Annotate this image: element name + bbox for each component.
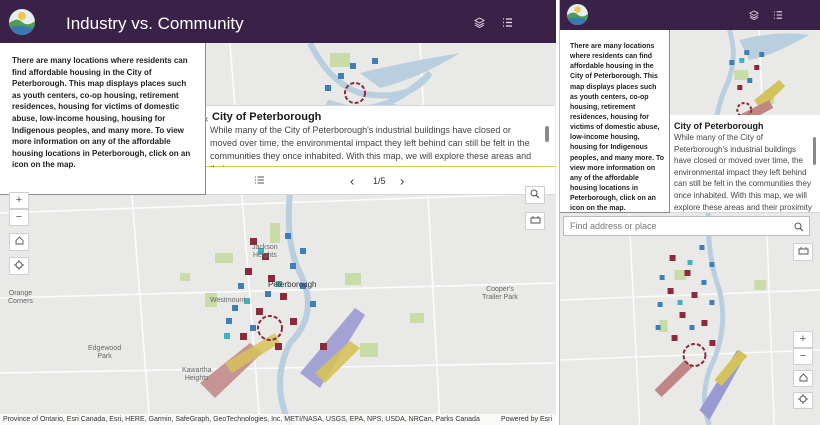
page-indicator: 1/5 xyxy=(373,175,386,186)
layers-icon[interactable] xyxy=(474,17,485,31)
desktop-app-view: Orange Corners Westmount Edgewood Park K… xyxy=(0,0,556,425)
zoom-in-button[interactable]: + xyxy=(793,331,813,348)
app-logo xyxy=(567,4,588,25)
place-label-kawartha: Kawartha Heights xyxy=(182,367,212,383)
search-icon xyxy=(530,189,540,202)
locate-icon xyxy=(14,259,24,273)
map-attribution: Province of Ontario, Esri Canada, Esri, … xyxy=(0,414,556,425)
story-scrollbar[interactable] xyxy=(545,126,549,142)
basemap-button[interactable] xyxy=(525,212,545,230)
basemap-icon xyxy=(530,215,541,227)
search-input[interactable]: Find address or place xyxy=(563,216,810,236)
locate-button[interactable] xyxy=(793,392,813,409)
list-icon[interactable] xyxy=(255,175,264,186)
search-icon[interactable] xyxy=(794,220,804,238)
story-scrollbar[interactable] xyxy=(813,137,816,165)
story-body: While many of the City of Peterborough's… xyxy=(210,125,532,168)
story-panel: ‹ City of Peterborough While many of the… xyxy=(205,105,555,168)
app-header: Industry vs. Community xyxy=(0,0,556,43)
locate-icon xyxy=(798,394,808,407)
list-icon[interactable] xyxy=(773,10,783,23)
place-label-westmount: Westmount xyxy=(210,297,246,304)
place-label-jackson: Jackson Heights xyxy=(252,244,278,260)
app-title: Industry vs. Community xyxy=(66,14,244,33)
info-text: There are many locations where residents… xyxy=(12,56,191,170)
zoom-in-button[interactable]: + xyxy=(9,192,29,209)
info-panel: There are many locations where residents… xyxy=(560,30,670,213)
chevron-right-icon[interactable]: › xyxy=(400,173,404,188)
app-logo xyxy=(9,9,35,35)
place-label-edgewood: Edgewood Park xyxy=(88,345,122,361)
place-label-orange-corners: Orange Corners xyxy=(8,290,33,306)
story-pager: ‹ 1/5 › xyxy=(205,167,555,195)
home-icon xyxy=(15,236,24,248)
home-button[interactable] xyxy=(793,370,813,387)
story-heading: City of Peterborough xyxy=(212,111,322,123)
app-header xyxy=(560,0,820,30)
story-panel: City of Peterborough While many of the C… xyxy=(670,115,820,213)
basemap-icon xyxy=(798,246,809,258)
zoom-out-button[interactable]: − xyxy=(9,209,29,226)
list-icon[interactable] xyxy=(502,17,513,31)
story-body: While many of the City of Peterborough's… xyxy=(674,133,812,212)
info-text: There are many locations where residents… xyxy=(570,43,665,213)
basemap-button[interactable] xyxy=(793,243,813,261)
place-label-peterborough: Peterborough xyxy=(268,280,317,289)
mobile-app-view: City of Peterborough While many of the C… xyxy=(559,0,820,425)
story-heading: City of Peterborough xyxy=(674,121,764,131)
zoom-out-button[interactable]: − xyxy=(793,348,813,365)
chevron-left-icon[interactable]: ‹ xyxy=(350,173,354,188)
home-button[interactable] xyxy=(9,233,29,251)
locate-button[interactable] xyxy=(9,257,29,275)
powered-by-esri[interactable]: Powered by Esri xyxy=(501,414,552,425)
info-panel: There are many locations where residents… xyxy=(0,43,206,195)
place-label-coopers: Cooper's Trailer Park xyxy=(482,286,518,302)
home-icon xyxy=(799,372,808,385)
layers-icon[interactable] xyxy=(749,10,759,23)
search-button[interactable] xyxy=(525,186,545,204)
